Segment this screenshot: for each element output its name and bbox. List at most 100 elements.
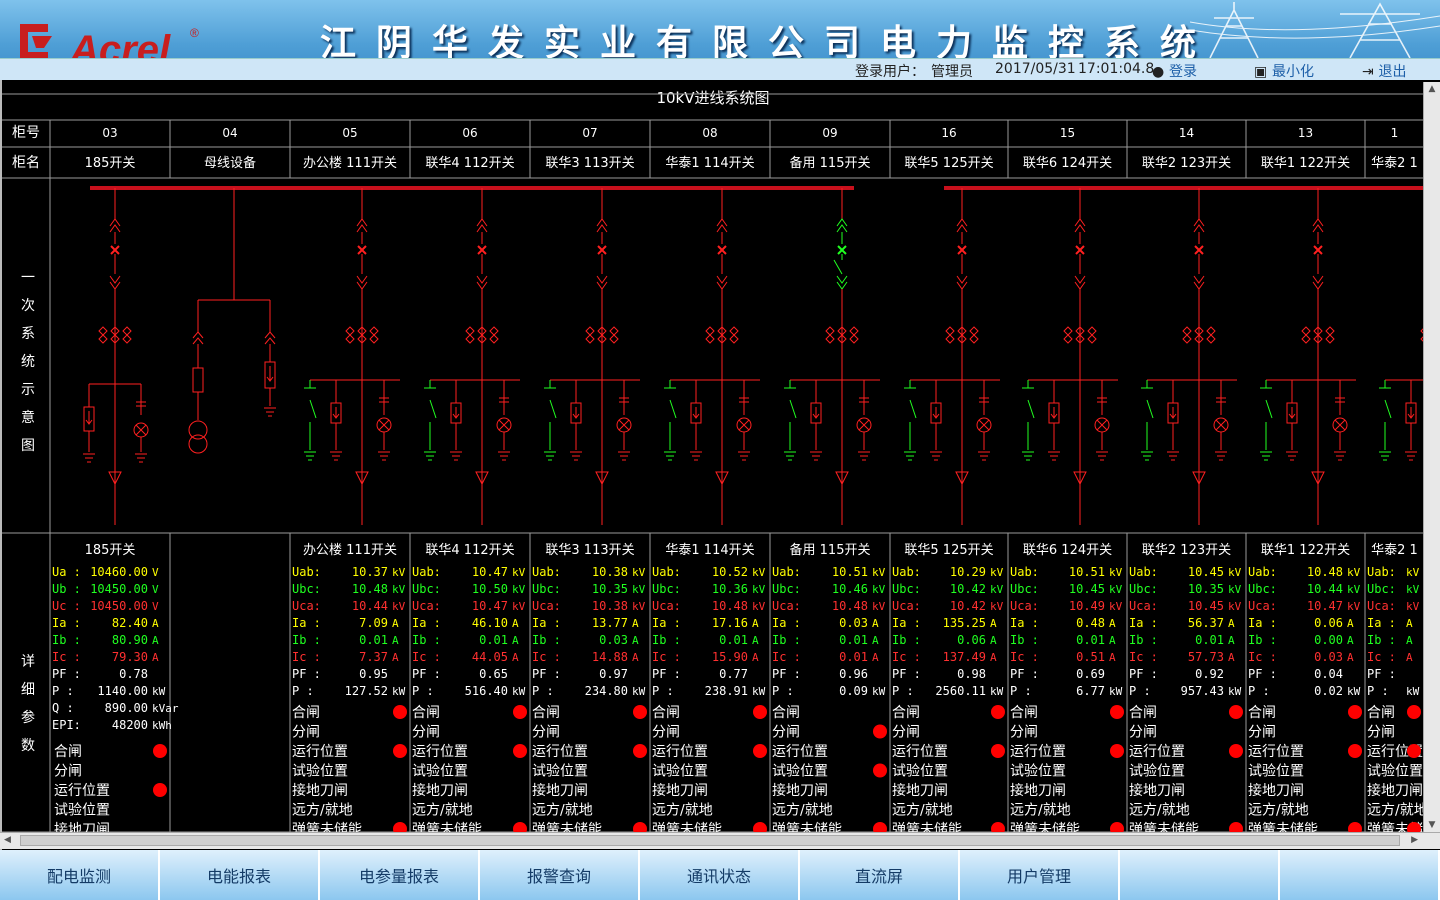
scroll-right-icon[interactable]: ▶ [1411,835,1418,845]
tab-2[interactable]: 电能报表 [160,850,320,900]
ct-icon [705,326,715,344]
scroll-thumb[interactable] [20,835,1400,846]
param-unit: kV [392,566,406,579]
param-unit: A [1347,617,1354,630]
param-label: PF : [772,667,801,681]
param-value: 0.01 [1076,633,1105,647]
tab-5[interactable]: 通讯状态 [640,850,800,900]
scroll-up-icon[interactable]: ▲ [1426,84,1438,96]
status-indicator-icon [873,822,887,832]
param-value: 10.51 [832,565,868,579]
status-indicator-icon [633,822,647,832]
param-value: 238.91 [705,684,748,698]
ct-icon [489,326,499,344]
param-value: 14.88 [592,650,628,664]
cabinet-13[interactable]: 13 联华1 122开关联华1 122开关 Uab: 10.48 kV Ubc: 10.44… [1248,126,1362,832]
tab-4[interactable]: 报警查询 [480,850,640,900]
status-indicator-icon [1110,744,1124,758]
cabinet-08[interactable]: 08 华泰1 114开关华泰1 114开关 Uab: 10.52 kV Ubc: 10.36… [652,126,767,832]
tab-6[interactable]: 直流屏 [800,850,960,900]
param-value: 46.10 [472,616,508,630]
param-value: 10.47 [1307,599,1343,613]
cabinet-14[interactable]: 14 联华2 123开关联华2 123开关 Uab: 10.45 kV Ubc: 10.35… [1129,126,1243,832]
cabinet-06[interactable]: 06 联华4 112开关联华4 112开关 Uab: 10.47 kV Ubc: 10.50… [412,126,527,832]
tab-3[interactable]: 电参量报表 [320,850,480,900]
cabinet-1[interactable]: 1华泰2 1华泰2 1Uab: kVUbc: kVUca: kVIa : AIb : AI… [1367,126,1424,832]
tab-8[interactable] [1120,850,1280,900]
param-label: Ubc: [1129,582,1158,596]
param-label: Ia : [412,616,441,630]
tab-1[interactable]: 配电监测 [0,850,160,900]
scroll-left-icon[interactable]: ◀ [4,835,11,845]
param-value: 957.43 [1181,684,1224,698]
param-value: 10.50 [472,582,508,596]
param-unit: A [1406,634,1413,647]
minimize-button[interactable]: ▣ 最小化 [1254,61,1314,80]
param-label: Ia : [1010,616,1039,630]
param-value: 135.25 [943,616,986,630]
cabinet-16[interactable]: 16 联华5 125开关联华5 125开关 Uab: 10.29 kV Ubc: 10.42… [892,126,1005,832]
param-value: 15.90 [712,650,748,664]
param-unit: kV [1406,583,1420,596]
ground-icon [738,451,750,461]
bottom-nav: 配电监测 电能报表 电参量报表 报警查询 通讯状态 直流屏 用户管理 [0,850,1440,900]
cabinet-09[interactable]: 09 备用 115开关备用 115开关 Uab: 10.51 kV Ubc: 10.46 kV… [772,126,887,832]
ground-icon [1022,451,1034,461]
ground-icon [1260,451,1272,461]
cabinet-number: 08 [702,126,717,140]
ground-icon [690,451,702,461]
current-time: 17:01:04.8 [1078,61,1155,77]
cabinet-15[interactable]: 15 联华6 124开关联华6 124开关 Uab: 10.51 kV Ubc: 10.45… [1010,126,1124,832]
param-label: P : [1367,684,1389,698]
param-value: 10.45 [1188,565,1224,579]
tab-9[interactable] [1280,850,1440,900]
param-label: Ic : [1010,650,1039,664]
param-value: 10.38 [592,599,628,613]
cabinet-04[interactable]: 04 母线设备 [204,126,256,171]
param-value: 234.80 [585,684,628,698]
param-value: 10.47 [472,565,508,579]
status-label: 运行位置 [1129,744,1185,760]
current-user: 管理员 [931,64,973,80]
param-unit: kW [512,685,526,698]
param-unit: A [152,651,159,664]
scroll-down-icon[interactable]: ▼ [1426,820,1438,832]
status-label: 试验位置 [54,803,110,819]
status-label: 弹簧未储能 [1010,822,1080,832]
exit-button[interactable]: ⇥ 退出 [1362,61,1407,80]
horizontal-scrollbar[interactable]: ◀ ▶ [0,832,1440,849]
indicator-lamp-cross [1215,419,1227,431]
disconnect-chevron-icon [192,331,204,345]
status-label: 试验位置 [1129,764,1185,780]
param-label: EPI: [52,718,81,732]
param-label: Uab: [652,565,681,579]
status-indicator-icon [1348,705,1362,719]
cabinet-05[interactable]: 05 办公楼 111开关办公楼 111开关 Uab: 10.37 kV Ubc: 10.48… [292,126,407,832]
ground-icon [1379,451,1391,461]
status-label: 运行位置 [412,744,468,760]
param-label: Ib : [1129,633,1158,647]
disconnect-chevron-icon [476,218,488,233]
status-indicator-icon [1407,705,1421,719]
status-indicator-icon [393,705,407,719]
status-label: 远方/就地 [1248,803,1309,819]
ct-icon [1087,326,1097,344]
ground-icon [1167,451,1179,461]
status-indicator-icon [633,744,647,758]
exit-icon: ⇥ [1362,64,1374,80]
param-label: Ubc: [652,582,681,596]
status-label: 接地刀闸 [1010,782,1066,799]
arrester-arrow [812,407,820,419]
detail-title: 华泰1 114开关 [665,543,754,558]
cabinet-07[interactable]: 07 联华3 113开关联华3 113开关 Uab: 10.38 kV Ubc: 10.35… [532,126,647,832]
param-label: Ib : [52,633,81,647]
param-label: Uab: [772,565,801,579]
login-button[interactable]: ● 登录 [1152,61,1197,80]
vertical-scrollbar[interactable]: ▲ ▼ [1423,82,1440,834]
param-label: Uca: [1129,599,1158,613]
app-header: Acrel ® 江阴华发实业有限公司电力监控系统 登录用户： 管理员 2017/… [0,0,1440,80]
param-value: 10.45 [1188,599,1224,613]
param-label: Uab: [1248,565,1277,579]
tab-7[interactable]: 用户管理 [960,850,1120,900]
ground-icon [264,407,276,417]
